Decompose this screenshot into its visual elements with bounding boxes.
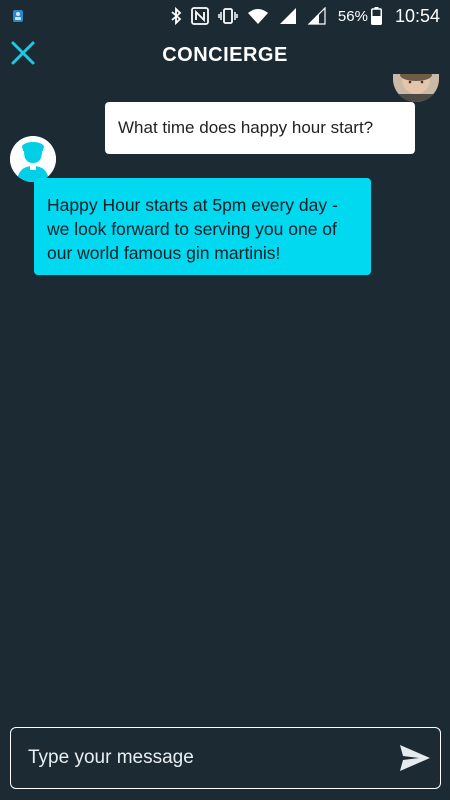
nfc-icon — [191, 7, 209, 25]
wifi-icon — [247, 7, 269, 25]
concierge-message-text: Happy Hour starts at 5pm every day - we … — [47, 195, 338, 263]
concierge-message-bubble: Happy Hour starts at 5pm every day - we … — [34, 178, 371, 275]
vibrate-icon — [218, 7, 238, 25]
message-composer — [10, 727, 441, 789]
clock: 10:54 — [394, 5, 440, 26]
message-input[interactable] — [11, 728, 390, 788]
page-title: CONCIERGE — [162, 43, 288, 66]
status-bar: 56% 10:54 — [0, 0, 450, 32]
header: CONCIERGE — [0, 32, 450, 78]
battery-percent: 56% — [337, 7, 368, 25]
user-avatar — [393, 74, 439, 102]
user-message-text: What time does happy hour start? — [118, 118, 374, 137]
signal-icon — [278, 7, 298, 25]
bluetooth-icon — [170, 7, 182, 25]
send-icon[interactable] — [390, 728, 440, 788]
signal-2-icon — [307, 7, 327, 25]
battery-icon — [370, 7, 382, 25]
user-message-bubble: What time does happy hour start? — [105, 102, 415, 154]
notification-icon — [12, 9, 24, 23]
close-icon[interactable] — [10, 40, 36, 66]
concierge-avatar — [10, 136, 56, 182]
chat-thread[interactable]: What time does happy hour start? Happy H… — [0, 74, 450, 718]
